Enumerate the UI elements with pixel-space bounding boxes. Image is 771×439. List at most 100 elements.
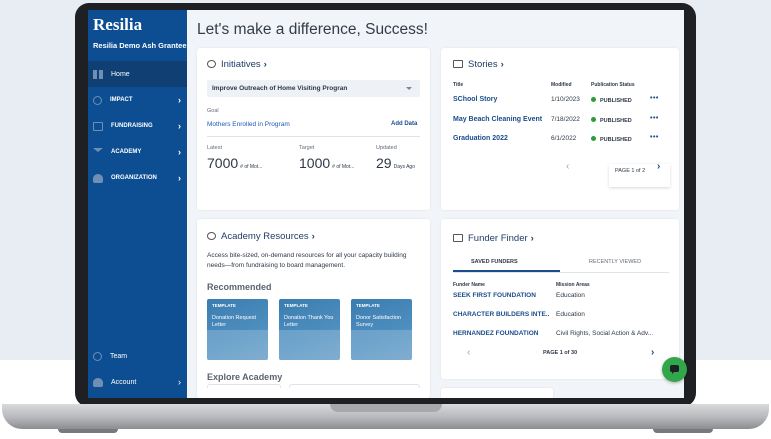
recommended-heading: Recommended bbox=[207, 282, 272, 292]
home-grid-icon bbox=[93, 69, 103, 79]
template-tag: TEMPLATE bbox=[212, 303, 236, 308]
tab-saved-funders[interactable]: SAVED FUNDERS bbox=[471, 259, 518, 265]
story-title-link[interactable]: May Beach Cleaning Event bbox=[453, 116, 542, 123]
funder-link[interactable]: CHARACTER BUILDERS INTE.. bbox=[453, 311, 549, 318]
target-icon bbox=[207, 60, 216, 68]
template-tag: TEMPLATE bbox=[284, 303, 308, 308]
academy-cap-icon bbox=[93, 147, 103, 157]
story-date: 6/1/2022 bbox=[551, 135, 577, 142]
latest-metric: 7000 # of Mot... bbox=[207, 155, 263, 171]
chevron-down-icon bbox=[406, 87, 412, 90]
laptop-foot-right bbox=[653, 429, 713, 433]
tab-recently-viewed[interactable]: RECENTLY VIEWED bbox=[589, 259, 641, 265]
template-name: Donor Satisfaction Survey bbox=[356, 315, 401, 328]
next-page-button[interactable]: › bbox=[657, 161, 660, 172]
target-metric: 1000 # of Mot... bbox=[299, 155, 355, 171]
initiatives-title[interactable]: Initiatives › bbox=[207, 59, 267, 70]
fundraising-icon bbox=[93, 121, 103, 131]
col-status: Publication Status bbox=[591, 82, 635, 88]
template-tag: TEMPLATE bbox=[356, 303, 380, 308]
academy-title[interactable]: Academy Resources › bbox=[207, 231, 315, 242]
funder-card-icon bbox=[453, 234, 463, 242]
funder-link[interactable]: HERNANDEZ FOUNDATION bbox=[453, 330, 538, 337]
story-date: 7/18/2022 bbox=[551, 116, 580, 123]
sidebar-item-impact[interactable]: IMPACT › bbox=[88, 87, 187, 113]
mission-area: Civil Rights, Social Action & Adv... bbox=[556, 330, 654, 337]
initiatives-card: Initiatives › Improve Outreach of Home Vi… bbox=[197, 48, 430, 210]
goal-link[interactable]: Mothers Enrolled in Program bbox=[207, 121, 290, 128]
add-data-button[interactable]: Add Data bbox=[391, 121, 417, 127]
col-mission-areas: Mission Areas bbox=[556, 282, 590, 288]
sidebar-item-organization[interactable]: ORGANIZATION › bbox=[88, 165, 187, 191]
academy-cap-icon bbox=[207, 232, 216, 240]
sidebar-item-label: IMPACT bbox=[110, 97, 133, 103]
template-name: Donation Request Letter bbox=[212, 315, 257, 328]
template-tile-donation-thank-you[interactable]: TEMPLATE Donation Thank You Letter bbox=[279, 299, 340, 360]
chat-icon[interactable] bbox=[662, 357, 687, 382]
updated-label: Updated bbox=[376, 145, 397, 151]
status-badge: PUBLISHED bbox=[591, 117, 632, 124]
status-badge: PUBLISHED bbox=[591, 97, 632, 104]
divider bbox=[207, 136, 420, 137]
book-icon bbox=[453, 60, 463, 68]
funder-finder-title[interactable]: Funder Finder › bbox=[453, 233, 534, 244]
organization-icon bbox=[93, 173, 103, 183]
mission-area: Education bbox=[556, 292, 585, 299]
target-label: Target bbox=[299, 145, 315, 151]
impact-icon bbox=[93, 95, 102, 105]
laptop-foot-left bbox=[58, 429, 118, 433]
sidebar-item-label: ACADEMY bbox=[111, 149, 142, 155]
chevron-right-icon: › bbox=[178, 147, 181, 157]
story-title-link[interactable]: Graduation 2022 bbox=[453, 135, 508, 142]
prev-page-button[interactable]: ‹ bbox=[566, 161, 569, 172]
updated-metric: 29 Days Ago bbox=[376, 155, 415, 171]
next-page-button[interactable]: › bbox=[651, 347, 654, 358]
prev-page-button[interactable]: ‹ bbox=[467, 347, 470, 358]
org-name: Resilia Demo Ash Grantee bbox=[93, 41, 187, 50]
explore-card-edge bbox=[289, 384, 420, 388]
team-icon bbox=[93, 351, 102, 361]
brand-logo[interactable]: Resilia bbox=[93, 15, 142, 35]
academy-description: Access bite-sized, on-demand resources f… bbox=[207, 252, 407, 269]
template-tile-donor-survey[interactable]: TEMPLATE Donor Satisfaction Survey bbox=[351, 299, 412, 360]
story-title-link[interactable]: SChool Story bbox=[453, 96, 497, 103]
explore-academy-heading: Explore Academy bbox=[207, 372, 283, 382]
sidebar-item-label: Home bbox=[111, 70, 130, 78]
chevron-right-icon: › bbox=[178, 121, 181, 131]
status-badge: PUBLISHED bbox=[591, 136, 632, 143]
initiative-select-value: Improve Outreach of Home Visiting Progra… bbox=[212, 85, 348, 92]
laptop-notch bbox=[330, 404, 442, 412]
col-title: Title bbox=[453, 82, 464, 88]
app-screen: Resilia Resilia Demo Ash Grantee Home IM… bbox=[88, 10, 684, 398]
sidebar-item-academy[interactable]: ACADEMY › bbox=[88, 139, 187, 165]
mission-area: Education bbox=[556, 311, 585, 318]
sidebar-item-account[interactable]: Account › bbox=[88, 369, 187, 395]
page-indicator: PAGE 1 of 30 bbox=[543, 350, 578, 356]
page-title: Let's make a difference, Success! bbox=[197, 21, 428, 38]
pagination: PAGE 1 of 2 bbox=[609, 164, 670, 187]
chevron-right-icon: › bbox=[178, 173, 181, 183]
more-options-icon[interactable]: ••• bbox=[650, 95, 659, 102]
academy-card: Academy Resources › Access bite-sized, on… bbox=[197, 219, 430, 398]
story-date: 1/10/2023 bbox=[551, 96, 580, 103]
chevron-right-icon: › bbox=[178, 95, 181, 105]
page-indicator: PAGE 1 of 2 bbox=[615, 168, 646, 174]
sidebar-item-label: FUNDRAISING bbox=[111, 123, 153, 129]
partial-card bbox=[441, 388, 553, 398]
goal-label: Goal bbox=[207, 108, 219, 114]
col-modified: Modified bbox=[551, 82, 572, 88]
account-gear-icon bbox=[93, 377, 103, 387]
sidebar-item-home[interactable]: Home bbox=[88, 61, 187, 87]
divider bbox=[453, 272, 669, 273]
more-options-icon[interactable]: ••• bbox=[650, 115, 659, 122]
initiative-select[interactable]: Improve Outreach of Home Visiting Progra… bbox=[207, 80, 420, 97]
sidebar-item-fundraising[interactable]: FUNDRAISING › bbox=[88, 113, 187, 139]
stories-title[interactable]: Stories › bbox=[453, 59, 504, 70]
template-tile-donation-request[interactable]: TEMPLATE Donation Request Letter bbox=[207, 299, 268, 360]
template-name: Donation Thank You Letter bbox=[284, 315, 334, 328]
more-options-icon[interactable]: ••• bbox=[650, 134, 659, 141]
funder-link[interactable]: SEEK FIRST FOUNDATION bbox=[453, 292, 536, 299]
col-funder-name: Funder Name bbox=[453, 282, 485, 288]
sidebar-item-team[interactable]: Team bbox=[88, 343, 187, 369]
explore-card-edge bbox=[207, 384, 281, 388]
